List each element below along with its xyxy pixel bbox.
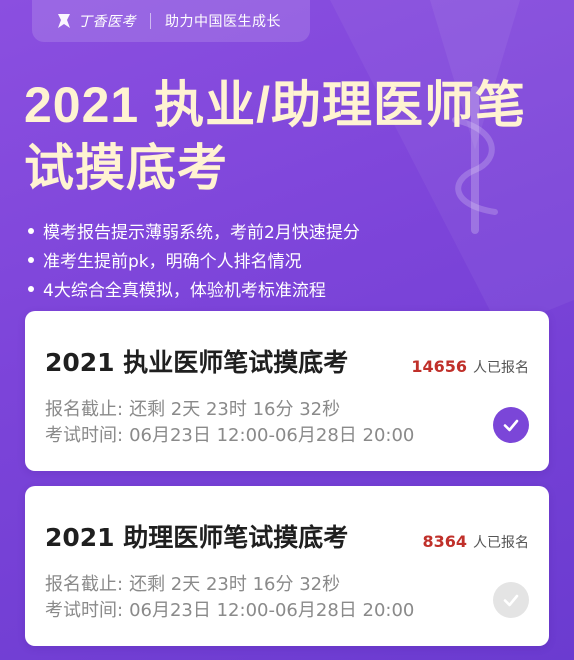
deadline-label: 报名截止: (45, 399, 124, 420)
page-title: 2021 执业/助理医师笔试摸底考 (24, 77, 527, 196)
check-circle-icon[interactable] (493, 407, 529, 443)
bullet-icon (28, 227, 34, 234)
registration-count-value: 14656 (411, 357, 467, 376)
exam-time-label: 考试时间: (45, 600, 124, 621)
registration-count-label: 人已报名 (473, 535, 529, 551)
feature-text: 模考报告提示薄弱系统，考前2月快速提分 (43, 223, 360, 243)
registration-count: 8364 人已报名 (422, 532, 529, 552)
logo-icon (58, 14, 70, 28)
feature-item: 模考报告提示薄弱系统，考前2月快速提分 (28, 216, 360, 245)
registration-count-label: 人已报名 (473, 360, 529, 376)
feature-text: 4大综合全真模拟，体验机考标准流程 (43, 281, 326, 301)
registration-count: 14656 人已报名 (411, 357, 529, 377)
bullet-icon (28, 256, 34, 263)
exam-time: 考试时间: 06月23日 12:00-06月28日 20:00 (45, 421, 414, 447)
exam-time: 考试时间: 06月23日 12:00-06月28日 20:00 (45, 596, 414, 622)
brand-divider (150, 13, 151, 29)
exam-title: 2021 助理医师笔试摸底考 (45, 523, 349, 552)
exam-time-label: 考试时间: (45, 425, 124, 446)
bullet-icon (28, 285, 34, 292)
brand-slogan: 助力中国医生成长 (165, 14, 281, 30)
feature-text: 准考生提前pk，明确个人排名情况 (43, 252, 302, 272)
registration-count-value: 8364 (422, 532, 467, 551)
feature-list: 模考报告提示薄弱系统，考前2月快速提分 准考生提前pk，明确个人排名情况 4大综… (28, 216, 360, 303)
exam-title: 2021 执业医师笔试摸底考 (45, 348, 349, 377)
registration-deadline: 报名截止: 还剩 2天 23时 16分 32秒 (45, 570, 340, 596)
exam-card-practitioner[interactable]: 2021 执业医师笔试摸底考 14656 人已报名 报名截止: 还剩 2天 23时… (25, 311, 549, 471)
exam-time-value: 06月23日 12:00-06月28日 20:00 (129, 600, 415, 621)
brand-name: 丁香医考 (78, 14, 136, 30)
feature-item: 4大综合全真模拟，体验机考标准流程 (28, 274, 360, 303)
deadline-countdown: 还剩 2天 23时 16分 32秒 (129, 399, 341, 420)
deadline-countdown: 还剩 2天 23时 16分 32秒 (129, 574, 341, 595)
deadline-label: 报名截止: (45, 574, 124, 595)
brand-header: 丁香医考 助力中国医生成长 (32, 0, 310, 42)
registration-deadline: 报名截止: 还剩 2天 23时 16分 32秒 (45, 395, 340, 421)
exam-time-value: 06月23日 12:00-06月28日 20:00 (129, 425, 415, 446)
exam-card-assistant[interactable]: 2021 助理医师笔试摸底考 8364 人已报名 报名截止: 还剩 2天 23时 … (25, 486, 549, 646)
check-circle-icon[interactable] (493, 582, 529, 618)
feature-item: 准考生提前pk，明确个人排名情况 (28, 245, 360, 274)
